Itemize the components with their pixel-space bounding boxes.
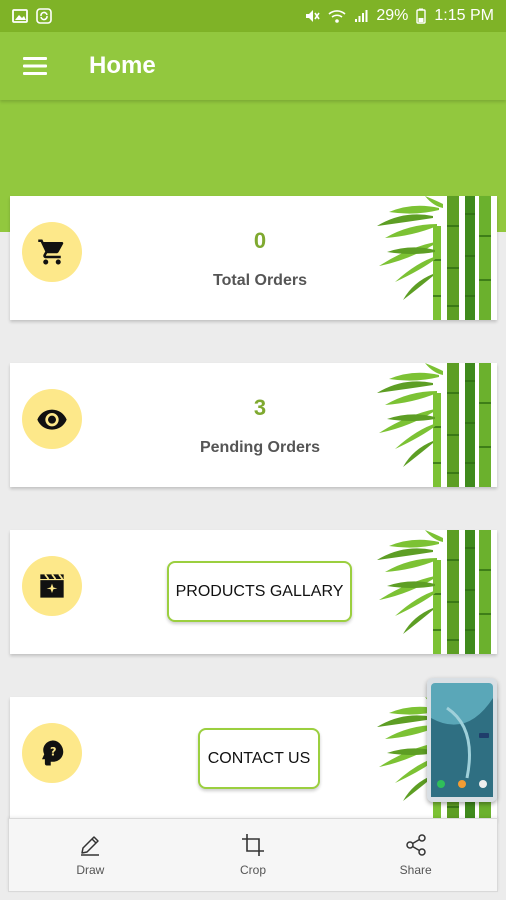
hamburger-icon <box>23 57 47 75</box>
image-icon <box>12 9 28 23</box>
clock: 1:15 PM <box>434 7 494 24</box>
share-label: Share <box>399 863 432 877</box>
crop-icon <box>242 834 264 856</box>
wifi-icon <box>328 10 346 23</box>
menu-button[interactable] <box>0 32 70 100</box>
bamboo-decoration <box>376 196 492 320</box>
contact-us-button[interactable]: CONTACT US <box>198 728 320 789</box>
draw-button[interactable]: Draw <box>9 819 172 891</box>
battery-percent: 29% <box>376 7 409 24</box>
mute-icon <box>306 10 321 22</box>
battery-icon <box>416 8 427 24</box>
total-orders-card[interactable]: 0 Total Orders <box>10 196 497 320</box>
products-gallery-card: PRODUCTS GALLARY <box>10 530 497 654</box>
app-bar: Home <box>0 32 506 100</box>
screenshot-thumbnail[interactable] <box>427 678 497 802</box>
share-icon <box>405 834 426 856</box>
contact-us-card: ? CONTACT US <box>10 697 497 821</box>
total-orders-label: Total Orders <box>213 272 307 289</box>
status-bar: 29% 1:15 PM <box>0 0 506 32</box>
pencil-icon <box>81 836 100 856</box>
svg-text:?: ? <box>50 746 57 759</box>
pending-orders-label: Pending Orders <box>199 439 321 456</box>
bamboo-decoration <box>376 363 492 487</box>
sync-icon <box>36 8 52 24</box>
pending-orders-count: 3 <box>253 395 267 420</box>
page-title: Home <box>89 52 156 79</box>
signal-icon <box>355 10 368 22</box>
crop-label: Crop <box>240 863 267 877</box>
draw-label: Draw <box>76 863 105 877</box>
bamboo-decoration <box>376 530 492 654</box>
pending-orders-card[interactable]: 3 Pending Orders <box>10 363 497 487</box>
head-question-icon: ? <box>22 723 82 783</box>
bottom-toolbar: Draw Crop Share <box>8 818 498 892</box>
cart-icon <box>22 222 82 282</box>
eye-icon <box>22 389 82 449</box>
products-gallery-button[interactable]: PRODUCTS GALLARY <box>167 561 352 622</box>
share-button[interactable]: Share <box>334 819 497 891</box>
crop-button[interactable]: Crop <box>172 819 335 891</box>
total-orders-count: 0 <box>253 228 267 253</box>
clapperboard-icon <box>22 556 82 616</box>
